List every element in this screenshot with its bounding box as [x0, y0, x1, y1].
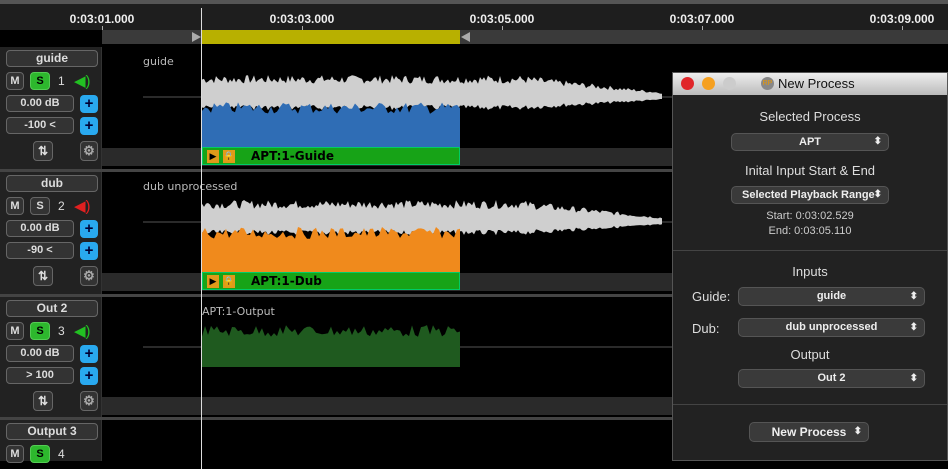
- play-icon[interactable]: ▶: [207, 150, 219, 163]
- add-icon[interactable]: +: [80, 242, 98, 260]
- output-label: Output: [790, 347, 830, 362]
- dialog-title: New Process: [778, 76, 855, 91]
- dub-select[interactable]: dub unprocessed: [738, 318, 925, 337]
- guide-select[interactable]: guide: [738, 287, 925, 306]
- lock-icon[interactable]: 🔒: [223, 150, 235, 163]
- solo-button[interactable]: S: [30, 445, 50, 463]
- add-icon[interactable]: +: [80, 117, 98, 135]
- gain-field[interactable]: 0.00 dB: [6, 220, 74, 237]
- lane-label: guide: [143, 55, 174, 68]
- solo-button[interactable]: S: [30, 197, 50, 215]
- solo-button[interactable]: S: [30, 72, 50, 90]
- end-time: End: 0:03:05.110: [768, 225, 852, 237]
- clip-apt-dub[interactable]: ▶ 🔒 APT:1-Dub: [202, 272, 460, 290]
- ruler-tick: 0:03:01.000: [69, 12, 135, 26]
- speaker-icon[interactable]: ◀): [74, 72, 91, 90]
- output-select[interactable]: Out 2: [738, 369, 925, 388]
- pan-field[interactable]: -100 <: [6, 117, 74, 134]
- io-arrows-icon[interactable]: ⇅: [33, 391, 53, 411]
- track-name[interactable]: Output 3: [6, 423, 98, 440]
- track-number: 4: [58, 447, 65, 461]
- track-header: dub M S 2 ◀) 0.00 dB + -90 < + ⇅ ⚙: [0, 172, 102, 294]
- ruler-tick: 0:03:09.000: [869, 12, 935, 26]
- track-header: Out 2 M S 3 ◀) 0.00 dB + > 100 + ⇅ ⚙: [0, 297, 102, 417]
- new-process-button[interactable]: New Process: [749, 422, 869, 442]
- range-start-handle[interactable]: [192, 32, 201, 42]
- waveform-shape: [202, 75, 662, 111]
- play-icon[interactable]: ▶: [207, 275, 219, 288]
- add-icon[interactable]: +: [80, 220, 98, 238]
- clip-apt-guide[interactable]: ▶ 🔒 APT:1-Guide: [202, 147, 460, 165]
- mute-button[interactable]: M: [6, 197, 24, 215]
- gain-field[interactable]: 0.00 dB: [6, 345, 74, 362]
- dialog-titlebar[interactable]: RP New Process: [673, 73, 947, 95]
- clip-name: APT:1-Dub: [251, 274, 322, 288]
- track-number: 1: [58, 74, 65, 88]
- output-fill: [202, 325, 460, 367]
- add-icon[interactable]: +: [80, 345, 98, 363]
- gear-icon[interactable]: ⚙: [80, 266, 98, 286]
- inputs-label: Inputs: [792, 264, 828, 279]
- track-name[interactable]: dub: [6, 175, 98, 192]
- minimize-icon[interactable]: [702, 77, 715, 90]
- add-icon[interactable]: +: [80, 367, 98, 385]
- start-time: Start: 0:03:02.529: [766, 210, 854, 222]
- lock-icon[interactable]: 🔒: [223, 275, 235, 288]
- guide-label: Guide:: [692, 289, 731, 304]
- selected-process-label: Selected Process: [759, 109, 861, 124]
- track-header: guide M S 1 ◀) 0.00 dB + -100 < + ⇅ ⚙: [0, 47, 102, 169]
- process-select[interactable]: APT: [731, 133, 889, 151]
- range-select[interactable]: Selected Playback Range: [731, 186, 889, 204]
- ruler-tick: 0:03:03.000: [269, 12, 335, 26]
- track-number: 3: [58, 324, 65, 338]
- divider: [673, 404, 947, 405]
- range-end-handle[interactable]: [461, 32, 470, 42]
- app-logo-icon: RP: [761, 77, 774, 90]
- mute-button[interactable]: M: [6, 445, 24, 463]
- new-process-dialog: RP New Process Selected Process APT Init…: [672, 72, 948, 461]
- io-arrows-icon[interactable]: ⇅: [33, 141, 53, 161]
- track-name[interactable]: Out 2: [6, 300, 98, 317]
- solo-button[interactable]: S: [30, 322, 50, 340]
- ruler-tick: 0:03:07.000: [669, 12, 735, 26]
- mute-button[interactable]: M: [6, 72, 24, 90]
- track-name[interactable]: guide: [6, 50, 98, 67]
- zoom-icon[interactable]: [723, 77, 736, 90]
- pan-field[interactable]: > 100: [6, 367, 74, 384]
- playhead[interactable]: [201, 8, 202, 469]
- analysis-fill: [202, 102, 460, 147]
- speaker-icon[interactable]: ◀): [74, 197, 91, 215]
- analysis-fill: [202, 227, 460, 272]
- pan-field[interactable]: -90 <: [6, 242, 74, 259]
- divider: [673, 250, 947, 251]
- ruler-tick: 0:03:05.000: [469, 12, 535, 26]
- lane-label: APT:1-Output: [202, 305, 275, 318]
- clip-name: APT:1-Guide: [251, 149, 334, 163]
- dub-label: Dub:: [692, 321, 720, 336]
- mute-button[interactable]: M: [6, 322, 24, 340]
- playback-range-selection[interactable]: [202, 30, 460, 44]
- close-icon[interactable]: [681, 77, 694, 90]
- gear-icon[interactable]: ⚙: [80, 141, 98, 161]
- gear-icon[interactable]: ⚙: [80, 391, 98, 411]
- io-arrows-icon[interactable]: ⇅: [33, 266, 53, 286]
- add-icon[interactable]: +: [80, 95, 98, 113]
- range-label: Inital Input Start & End: [744, 163, 876, 178]
- timeline-ruler[interactable]: 0:03:01.000 0:03:03.000 0:03:05.000 0:03…: [0, 0, 948, 34]
- gain-field[interactable]: 0.00 dB: [6, 95, 74, 112]
- track-header: Output 3 M S 4: [0, 420, 102, 463]
- lane-label: dub unprocessed: [143, 180, 238, 193]
- track-number: 2: [58, 199, 65, 213]
- waveform-shape: [202, 200, 662, 236]
- speaker-icon[interactable]: ◀): [74, 322, 91, 340]
